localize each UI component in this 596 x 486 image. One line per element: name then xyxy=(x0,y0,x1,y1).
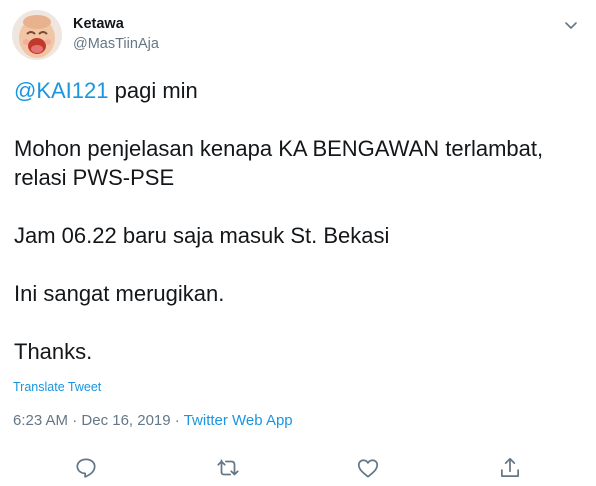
chevron-down-icon[interactable] xyxy=(562,16,580,34)
tweet-time[interactable]: 6:23 AM xyxy=(13,412,68,429)
meta-separator: · xyxy=(68,412,82,429)
avatar[interactable] xyxy=(12,10,62,60)
tweet-line: Mohon penjelasan kenapa KA BENGAWAN terl… xyxy=(14,136,544,161)
tweet-header: Ketawa @MasTiinAja xyxy=(12,10,584,62)
share-icon[interactable] xyxy=(497,455,523,481)
user-handle[interactable]: @MasTiinAja xyxy=(73,36,159,52)
retweet-icon[interactable] xyxy=(215,455,241,481)
tweet-line-text: pagi min xyxy=(108,78,198,103)
tweet-line: Jam 06.22 baru saja masuk St. Bekasi xyxy=(14,223,390,248)
tweet-line: Ini sangat merugikan. xyxy=(14,281,225,306)
meta-separator: · xyxy=(170,412,184,429)
like-icon[interactable] xyxy=(355,455,381,481)
reply-icon[interactable] xyxy=(73,455,99,481)
tweet-line: relasi PWS-PSE xyxy=(14,165,175,190)
tweet-actions xyxy=(0,455,596,485)
display-name[interactable]: Ketawa xyxy=(73,16,124,32)
tweet-card: Ketawa @MasTiinAja @KAI121 pagi min Moho… xyxy=(0,0,596,486)
tweet-source-link[interactable]: Twitter Web App xyxy=(184,412,293,429)
translate-tweet-link[interactable]: Translate Tweet xyxy=(13,380,101,394)
tweet-date[interactable]: Dec 16, 2019 xyxy=(81,412,170,429)
tweet-text: @KAI121 pagi min Mohon penjelasan kenapa… xyxy=(14,76,584,366)
tweet-line: @KAI121 pagi min xyxy=(14,76,584,105)
tweet-meta: 6:23 AM · Dec 16, 2019 · Twitter Web App xyxy=(13,412,293,429)
tweet-line: Thanks. xyxy=(14,339,93,364)
mention-link[interactable]: @KAI121 xyxy=(14,78,109,103)
